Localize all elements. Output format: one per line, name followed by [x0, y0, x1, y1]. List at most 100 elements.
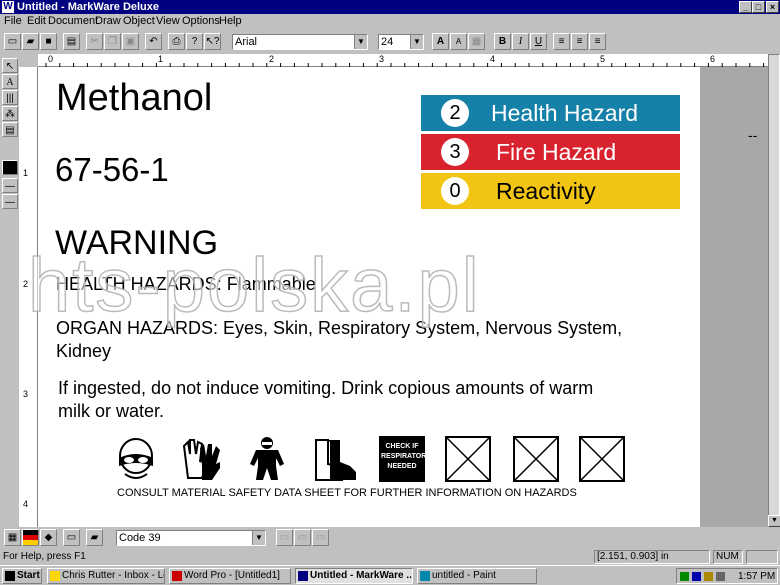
task-label: Word Pro - [Untitled1]	[184, 570, 280, 581]
open-folder-icon[interactable]: ▰	[22, 33, 39, 50]
start-button[interactable]: Start	[2, 568, 42, 584]
respirator-box[interactable]: CHECK IF RESPIRATOR NEEDED	[379, 436, 426, 482]
menu-view[interactable]: View	[156, 15, 180, 27]
empty-checkbox-icon[interactable]	[513, 436, 559, 482]
align-right-icon[interactable]: ≡	[589, 33, 606, 50]
gloves-icon[interactable]	[178, 436, 224, 482]
tray-icon[interactable]	[692, 572, 701, 581]
font-size-value: 24	[381, 36, 394, 48]
chevron-down-icon[interactable]: ▼	[354, 35, 367, 49]
watermark: hts-polska.pl	[27, 243, 481, 328]
organ-hazards-line2[interactable]: Kidney	[56, 341, 111, 362]
menu-options[interactable]: Options	[182, 15, 220, 27]
speaker-icon[interactable]	[716, 572, 725, 581]
barcode-option-icon[interactable]: ▭	[276, 529, 293, 546]
menu-file[interactable]: File	[4, 15, 22, 27]
align-left-icon[interactable]: ≡	[553, 33, 570, 50]
chevron-down-icon[interactable]: ▼	[252, 531, 265, 545]
close-button[interactable]: ×	[766, 1, 779, 13]
mail-icon	[50, 571, 60, 581]
menu-draw[interactable]: Draw	[95, 15, 121, 27]
boots-icon[interactable]	[312, 436, 358, 482]
task-markware[interactable]: Untitled - MarkWare ...	[295, 568, 413, 584]
pointer-tool-icon[interactable]: ↖	[2, 58, 18, 73]
reactivity-label: Reactivity	[496, 178, 596, 204]
layout-icon[interactable]: ▭	[63, 529, 80, 546]
paste-icon[interactable]: ▣	[122, 33, 139, 50]
barcode-option-icon[interactable]: ▭	[294, 529, 311, 546]
bold-button[interactable]: B	[494, 33, 511, 50]
tray-icon[interactable]	[704, 572, 713, 581]
footer-text[interactable]: CONSULT MATERIAL SAFETY DATA SHEET FOR F…	[117, 487, 577, 499]
ruler-mark: 1	[23, 168, 29, 178]
side-mark: --	[748, 127, 758, 143]
maximize-button[interactable]: □	[752, 1, 765, 13]
task-label: Untitled - MarkWare ...	[310, 570, 413, 581]
vertical-scrollbar[interactable]: ▼	[768, 54, 780, 527]
barcode-tool-icon[interactable]: |||	[2, 90, 18, 105]
task-label: untitled - Paint	[432, 570, 496, 581]
ruler-mark: 4	[490, 54, 496, 64]
task-paint[interactable]: untitled - Paint	[417, 568, 537, 584]
folder-icon[interactable]: ▰	[86, 529, 103, 546]
ruler-mark: 4	[23, 499, 29, 509]
fire-hazard-bar[interactable]: 3 Fire Hazard	[421, 134, 680, 170]
label-setup-icon[interactable]: ▤	[63, 33, 80, 50]
graphic-tool-icon[interactable]: ⁂	[2, 106, 18, 121]
line-weight-icon[interactable]: —	[2, 194, 18, 209]
first-aid-line2[interactable]: milk or water.	[58, 401, 164, 422]
protective-suit-icon[interactable]	[244, 436, 290, 482]
health-hazard-bar[interactable]: 2 Health Hazard	[421, 95, 680, 131]
bottom-toolbar: ▦ ◆ ▭ ▰ Code 39 ▼ ▭ ▭ ▭	[0, 527, 780, 549]
cas-number[interactable]: 67-56-1	[55, 151, 169, 189]
fire-hazard-label: Fire Hazard	[496, 139, 617, 165]
barcode-type-value: Code 39	[119, 532, 161, 544]
reactivity-bar[interactable]: 0 Reactivity	[421, 173, 680, 209]
context-help-icon[interactable]: ↖?	[204, 33, 221, 50]
align-center-icon[interactable]: ≡	[571, 33, 588, 50]
flag-icon[interactable]	[22, 529, 39, 546]
cut-icon[interactable]: ✂	[86, 33, 103, 50]
fill-color-icon[interactable]	[2, 160, 18, 175]
help-hint: For Help, press F1	[3, 551, 86, 562]
chemical-name[interactable]: Methanol	[56, 77, 212, 120]
grow-font-icon[interactable]: A	[432, 33, 449, 50]
chevron-down-icon[interactable]: ▼	[410, 35, 423, 49]
italic-button[interactable]: I	[512, 33, 529, 50]
font-select[interactable]: Arial ▼	[232, 34, 368, 50]
format-icon[interactable]: ▦	[468, 33, 485, 50]
tray-icon[interactable]	[680, 572, 689, 581]
menu-edit[interactable]: Edit	[27, 15, 46, 27]
empty-checkbox-icon[interactable]	[445, 436, 491, 482]
table-tool-icon[interactable]: ▤	[2, 122, 18, 137]
line-style-icon[interactable]: —	[2, 178, 18, 193]
task-lotus[interactable]: Chris Rutter - Inbox - Lotus...	[47, 568, 165, 584]
shrink-font-icon[interactable]: A	[450, 33, 467, 50]
print-icon[interactable]: ⎙	[168, 33, 185, 50]
window-title: Untitled - MarkWare Deluxe	[17, 1, 160, 13]
copy-icon[interactable]: ❐	[104, 33, 121, 50]
menu-document[interactable]: Document	[48, 15, 98, 27]
app-icon[interactable]: W	[2, 1, 14, 13]
help-icon[interactable]: ?	[186, 33, 203, 50]
minimize-button[interactable]: _	[739, 1, 752, 13]
diamond-icon[interactable]: ◆	[40, 529, 57, 546]
scroll-down-button[interactable]: ▼	[768, 515, 780, 527]
goggles-icon[interactable]	[113, 436, 159, 482]
underline-button[interactable]: U	[530, 33, 547, 50]
task-wordpro[interactable]: Word Pro - [Untitled1]	[169, 568, 291, 584]
label-tool-icon[interactable]: ▦	[4, 529, 21, 546]
text-tool-icon[interactable]: A	[2, 74, 18, 89]
new-file-icon[interactable]: ▭	[4, 33, 21, 50]
barcode-type-select[interactable]: Code 39 ▼	[116, 530, 266, 546]
save-icon[interactable]: ■	[40, 33, 57, 50]
empty-checkbox-icon[interactable]	[579, 436, 625, 482]
undo-icon[interactable]: ↶	[145, 33, 162, 50]
barcode-option-icon[interactable]: ▭	[312, 529, 329, 546]
menu-help[interactable]: Help	[219, 15, 242, 27]
first-aid-line1[interactable]: If ingested, do not induce vomiting. Dri…	[58, 378, 593, 399]
font-size-select[interactable]: 24 ▼	[378, 34, 424, 50]
ruler-mark: 1	[158, 54, 164, 64]
font-value: Arial	[235, 36, 258, 48]
menu-object[interactable]: Object	[123, 15, 155, 27]
